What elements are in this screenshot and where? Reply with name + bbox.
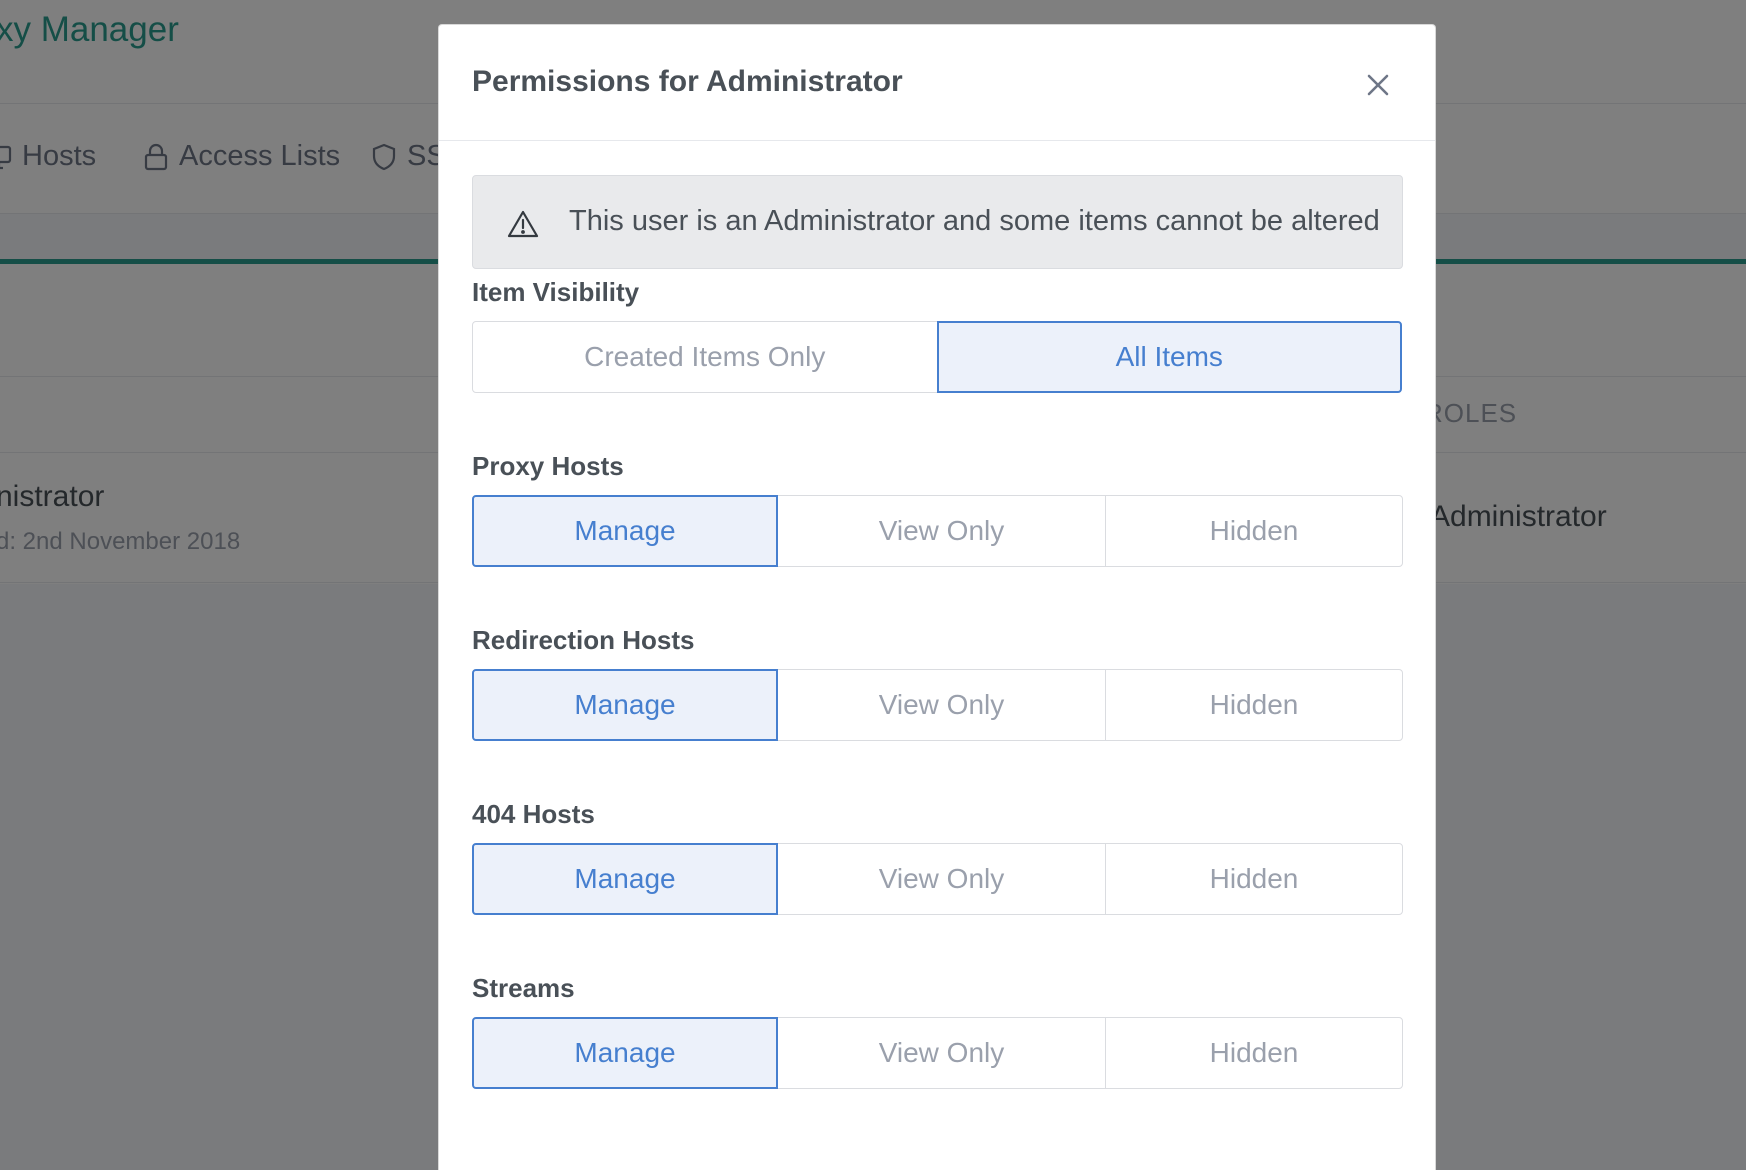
redirection-hosts-hidden-option[interactable]: Hidden xyxy=(1105,669,1403,741)
item-visibility-toggle: Created Items Only All Items xyxy=(472,321,1403,393)
modal-header: Permissions for Administrator xyxy=(439,25,1435,141)
proxy-hosts-manage-option[interactable]: Manage xyxy=(472,495,778,567)
streams-label: Streams xyxy=(472,973,575,1003)
created-items-only-option[interactable]: Created Items Only xyxy=(472,321,938,393)
404-hosts-label: 404 Hosts xyxy=(472,799,595,829)
redirection-hosts-label: Redirection Hosts xyxy=(472,625,695,655)
404-hosts-toggle: Manage View Only Hidden xyxy=(472,843,1403,915)
redirection-hosts-toggle: Manage View Only Hidden xyxy=(472,669,1403,741)
admin-alert: This user is an Administrator and some i… xyxy=(472,175,1403,269)
streams-hidden-option[interactable]: Hidden xyxy=(1105,1017,1403,1089)
proxy-hosts-view-only-option[interactable]: View Only xyxy=(777,495,1106,567)
streams-view-only-option[interactable]: View Only xyxy=(777,1017,1106,1089)
all-items-option[interactable]: All Items xyxy=(936,321,1402,393)
redirection-hosts-view-only-option[interactable]: View Only xyxy=(777,669,1106,741)
close-button[interactable] xyxy=(1360,67,1396,103)
redirection-hosts-manage-option[interactable]: Manage xyxy=(472,669,778,741)
streams-toggle: Manage View Only Hidden xyxy=(472,1017,1403,1089)
404-hosts-view-only-option[interactable]: View Only xyxy=(777,843,1106,915)
streams-manage-option[interactable]: Manage xyxy=(472,1017,778,1089)
proxy-hosts-toggle: Manage View Only Hidden xyxy=(472,495,1403,567)
proxy-hosts-label: Proxy Hosts xyxy=(472,451,624,481)
alert-text: This user is an Administrator and some i… xyxy=(569,205,1380,237)
404-hosts-hidden-option[interactable]: Hidden xyxy=(1105,843,1403,915)
modal-title: Permissions for Administrator xyxy=(472,65,903,98)
warning-triangle-icon xyxy=(507,210,539,238)
permissions-modal: Permissions for Administrator This user … xyxy=(438,24,1436,1170)
close-icon xyxy=(1367,74,1389,96)
404-hosts-manage-option[interactable]: Manage xyxy=(472,843,778,915)
proxy-hosts-hidden-option[interactable]: Hidden xyxy=(1105,495,1403,567)
item-visibility-label: Item Visibility xyxy=(472,277,640,307)
